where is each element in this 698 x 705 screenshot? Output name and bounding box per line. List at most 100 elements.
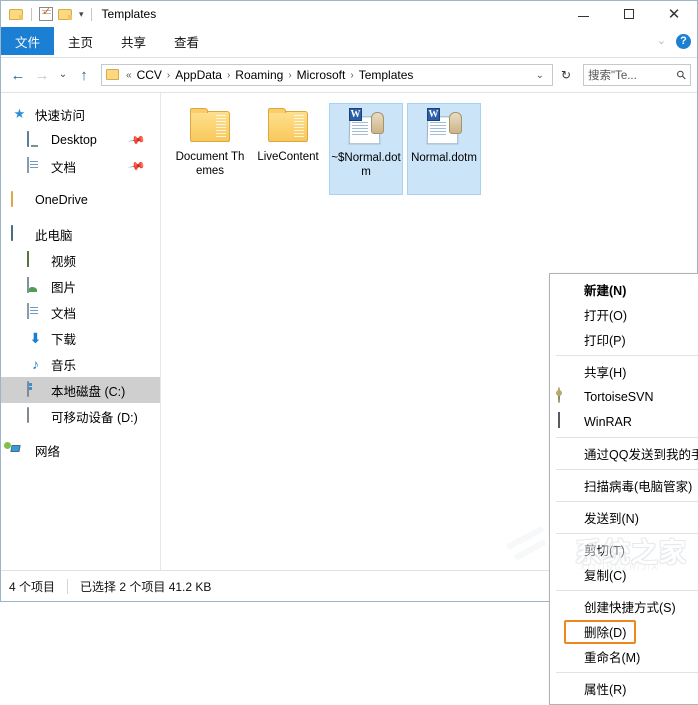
menu-item-label: 通过QQ发送到我的手机 <box>584 448 698 462</box>
recent-locations-button[interactable]: ⌄ <box>55 63 71 87</box>
up-button[interactable]: ↑ <box>73 63 95 87</box>
search-input[interactable]: 搜索"Te... ⚲ <box>583 64 691 86</box>
word-badge: W <box>427 108 440 121</box>
tab-file[interactable]: 文件 <box>1 27 55 55</box>
chevron-down-icon[interactable]: ▾ <box>79 9 84 19</box>
menu-separator <box>556 469 698 470</box>
menu-item-label: 删除(D) <box>584 626 627 640</box>
tab-view[interactable]: 查看 <box>160 27 213 55</box>
menu-item-send-to[interactable]: 发送到(N) › <box>550 505 698 530</box>
pin-icon[interactable]: 📌 <box>128 131 147 150</box>
chevron-down-icon[interactable]: ⌄ <box>530 70 550 81</box>
sidebar-item-quick-access[interactable]: ★ 快速访问 <box>1 101 160 127</box>
menu-item-open[interactable]: 打开(O) <box>550 302 698 327</box>
menu-icon-placeholder <box>558 331 578 349</box>
harddisk-icon <box>27 381 44 398</box>
sidebar-item-label: 网络 <box>35 444 61 459</box>
desktop-icon <box>27 131 44 148</box>
sidebar-item-videos[interactable]: 视频 <box>1 247 160 273</box>
sidebar-item-onedrive[interactable]: OneDrive <box>1 187 160 213</box>
breadcrumb-item-appdata[interactable]: AppData <box>173 68 224 82</box>
file-name: ~$Normal.dotm <box>331 152 401 178</box>
menu-icon-placeholder <box>558 306 578 324</box>
list-item[interactable]: Document Themes <box>173 103 247 195</box>
properties-icon[interactable] <box>39 5 53 21</box>
menu-item-tortoisesvn[interactable]: TortoiseSVN › <box>550 384 698 409</box>
sidebar-item-removable-d[interactable]: 可移动设备 (D:) <box>1 403 160 429</box>
menu-item-label: 剪切(T) <box>584 544 625 558</box>
list-item[interactable]: LiveContent <box>251 103 325 195</box>
menu-item-winrar[interactable]: WinRAR › <box>550 409 698 434</box>
menu-item-rename[interactable]: 重命名(M) <box>550 644 698 669</box>
sidebar-item-label: 可移动设备 (D:) <box>51 410 138 425</box>
menu-item-properties[interactable]: 属性(R) <box>550 676 698 701</box>
file-name: Normal.dotm <box>411 152 477 164</box>
sidebar-item-label: OneDrive <box>35 193 88 207</box>
menu-item-share[interactable]: 共享(H) › <box>550 359 698 384</box>
menu-item-label: TortoiseSVN <box>584 389 654 404</box>
file-name: LiveContent <box>257 151 319 163</box>
breadcrumb-separator: › <box>166 69 171 81</box>
word-template-icon: W <box>342 106 390 148</box>
pictures-icon <box>27 277 44 294</box>
expand-ribbon-icon[interactable]: ⌄ <box>657 35 666 47</box>
breadcrumb-item-ccv[interactable]: CCV <box>135 68 164 82</box>
shield-icon <box>558 477 578 495</box>
menu-item-print[interactable]: 打印(P) <box>550 327 698 352</box>
breadcrumb-bar[interactable]: « CCV › AppData › Roaming › Microsoft › … <box>101 64 553 86</box>
window-title: Templates <box>101 7 157 21</box>
selection-info: 已选择 2 个项目 41.2 KB <box>80 579 212 594</box>
sidebar-item-documents[interactable]: 文档 <box>1 299 160 325</box>
breadcrumb-item-roaming[interactable]: Roaming <box>233 68 285 82</box>
sidebar-item-music[interactable]: ♪ 音乐 <box>1 351 160 377</box>
explorer-body: ★ 快速访问 Desktop 📌 文档 📌 OneDrive 此电脑 视频 图片… <box>1 92 698 705</box>
pin-icon[interactable]: 📌 <box>128 157 147 176</box>
breadcrumb-item-microsoft[interactable]: Microsoft <box>295 68 348 82</box>
sidebar-item-downloads[interactable]: ⬇ 下载 <box>1 325 160 351</box>
sidebar-item-network[interactable]: 网络 <box>1 437 160 463</box>
menu-icon-placeholder <box>558 445 578 463</box>
menu-item-delete[interactable]: 删除(D) <box>550 619 698 644</box>
help-icon[interactable]: ? <box>676 33 691 49</box>
menu-icon-placeholder <box>558 598 578 616</box>
menu-item-create-shortcut[interactable]: 创建快捷方式(S) <box>550 594 698 619</box>
forward-button[interactable]: → <box>31 63 53 87</box>
menu-item-send-to-phone-qq[interactable]: 通过QQ发送到我的手机 <box>550 441 698 466</box>
menu-item-cut[interactable]: 剪切(T) <box>550 537 698 562</box>
file-grid: Document Themes LiveContent W ~$Normal.d… <box>173 103 697 195</box>
close-icon: ✕ <box>667 5 681 23</box>
sidebar-item-label: 快速访问 <box>35 108 86 123</box>
maximize-button[interactable] <box>606 1 651 27</box>
refresh-button[interactable]: ↻ <box>555 68 577 82</box>
new-folder-icon[interactable] <box>58 8 73 21</box>
folder-icon[interactable] <box>9 8 24 21</box>
menu-item-label: 复制(C) <box>584 569 627 583</box>
breadcrumb-root[interactable]: « <box>123 70 135 81</box>
menu-icon-placeholder <box>558 363 578 381</box>
file-list-pane[interactable]: Document Themes LiveContent W ~$Normal.d… <box>161 93 698 705</box>
menu-separator <box>556 672 698 673</box>
sidebar-item-this-pc[interactable]: 此电脑 <box>1 221 160 247</box>
sidebar-item-desktop[interactable]: Desktop 📌 <box>1 127 160 153</box>
menu-item-label: 共享(H) <box>584 366 627 380</box>
sidebar-item-pictures[interactable]: 图片 <box>1 273 160 299</box>
close-button[interactable]: ✕ <box>651 1 697 27</box>
list-item[interactable]: W ~$Normal.dotm <box>329 103 403 195</box>
menu-item-label: 属性(R) <box>584 683 627 697</box>
sidebar-item-label: 本地磁盘 (C:) <box>51 384 126 399</box>
sidebar-item-documents-qa[interactable]: 文档 📌 <box>1 153 160 179</box>
context-menu: 新建(N) 打开(O) 打印(P) 共享(H) › <box>549 273 698 705</box>
minimize-button[interactable] <box>561 1 606 27</box>
breadcrumb-item-templates[interactable]: Templates <box>357 68 416 82</box>
minimize-icon <box>578 15 589 17</box>
menu-item-label: WinRAR <box>584 414 632 429</box>
list-item[interactable]: W Normal.dotm <box>407 103 481 195</box>
tab-home[interactable]: 主页 <box>54 27 107 55</box>
menu-item-new[interactable]: 新建(N) <box>550 277 698 302</box>
tab-share[interactable]: 共享 <box>107 27 160 55</box>
sidebar-item-local-disk-c[interactable]: 本地磁盘 (C:) <box>1 377 160 403</box>
menu-item-copy[interactable]: 复制(C) <box>550 562 698 587</box>
back-button[interactable]: ← <box>7 63 29 87</box>
menu-item-scan-virus[interactable]: 扫描病毒(电脑管家) <box>550 473 698 498</box>
